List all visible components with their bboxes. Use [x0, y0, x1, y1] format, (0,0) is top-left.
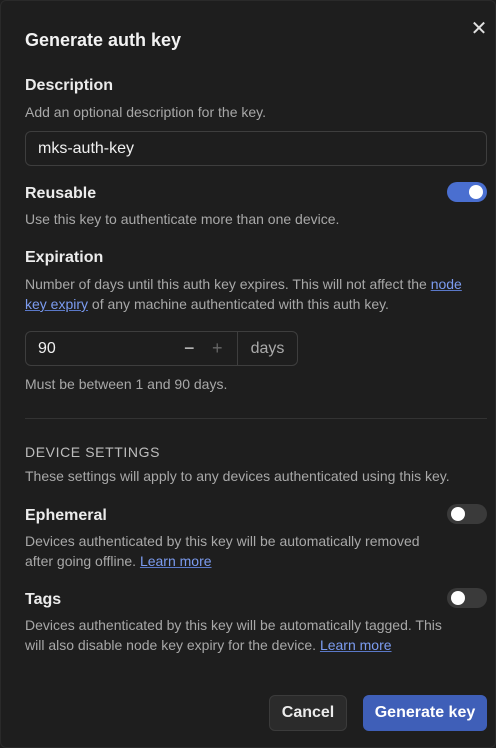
- description-label: Description: [25, 77, 114, 94]
- toggle-knob: [469, 185, 483, 199]
- reusable-toggle[interactable]: [447, 182, 487, 202]
- expiration-hint: Must be between 1 and 90 days.: [25, 376, 228, 392]
- tags-help: Devices authenticated by this key will b…: [25, 615, 445, 655]
- expiration-days-input[interactable]: 90 − +: [26, 332, 238, 365]
- device-settings-help: These settings will apply to any devices…: [25, 468, 450, 484]
- expiration-help-text-end: of any machine authenticated with this a…: [88, 296, 389, 312]
- close-icon[interactable]: ✕: [467, 17, 491, 41]
- reusable-help: Use this key to authenticate more than o…: [25, 211, 340, 227]
- description-help: Add an optional description for the key.: [25, 104, 267, 120]
- increment-button[interactable]: +: [212, 332, 223, 365]
- ephemeral-help-text: Devices authenticated by this key will b…: [25, 533, 420, 569]
- tags-learn-more-link[interactable]: Learn more: [320, 637, 392, 653]
- expiration-days-value: 90: [38, 340, 56, 357]
- ephemeral-help: Devices authenticated by this key will b…: [25, 531, 445, 571]
- tags-toggle[interactable]: [447, 588, 487, 608]
- generate-auth-key-dialog: Generate auth key ✕ Description Add an o…: [0, 0, 496, 748]
- expiration-help: Number of days until this auth key expir…: [25, 274, 485, 314]
- ephemeral-toggle[interactable]: [447, 504, 487, 524]
- ephemeral-label: Ephemeral: [25, 507, 107, 524]
- days-unit-label: days: [250, 340, 285, 357]
- toggle-knob: [451, 507, 465, 521]
- tags-label: Tags: [25, 591, 62, 608]
- device-settings-heading: DEVICE SETTINGS: [25, 444, 161, 460]
- reusable-label: Reusable: [25, 185, 97, 202]
- dialog-title: Generate auth key: [25, 30, 182, 50]
- expiration-help-text: Number of days until this auth key expir…: [25, 276, 431, 292]
- toggle-knob: [451, 591, 465, 605]
- expiration-label: Expiration: [25, 249, 104, 266]
- decrement-button[interactable]: −: [184, 332, 195, 365]
- expiration-days-stepper: 90 − + days: [25, 331, 298, 366]
- description-input[interactable]: [25, 131, 487, 166]
- cancel-button[interactable]: Cancel: [269, 695, 347, 731]
- generate-key-button[interactable]: Generate key: [363, 695, 487, 731]
- ephemeral-learn-more-link[interactable]: Learn more: [140, 553, 212, 569]
- divider: [25, 418, 487, 419]
